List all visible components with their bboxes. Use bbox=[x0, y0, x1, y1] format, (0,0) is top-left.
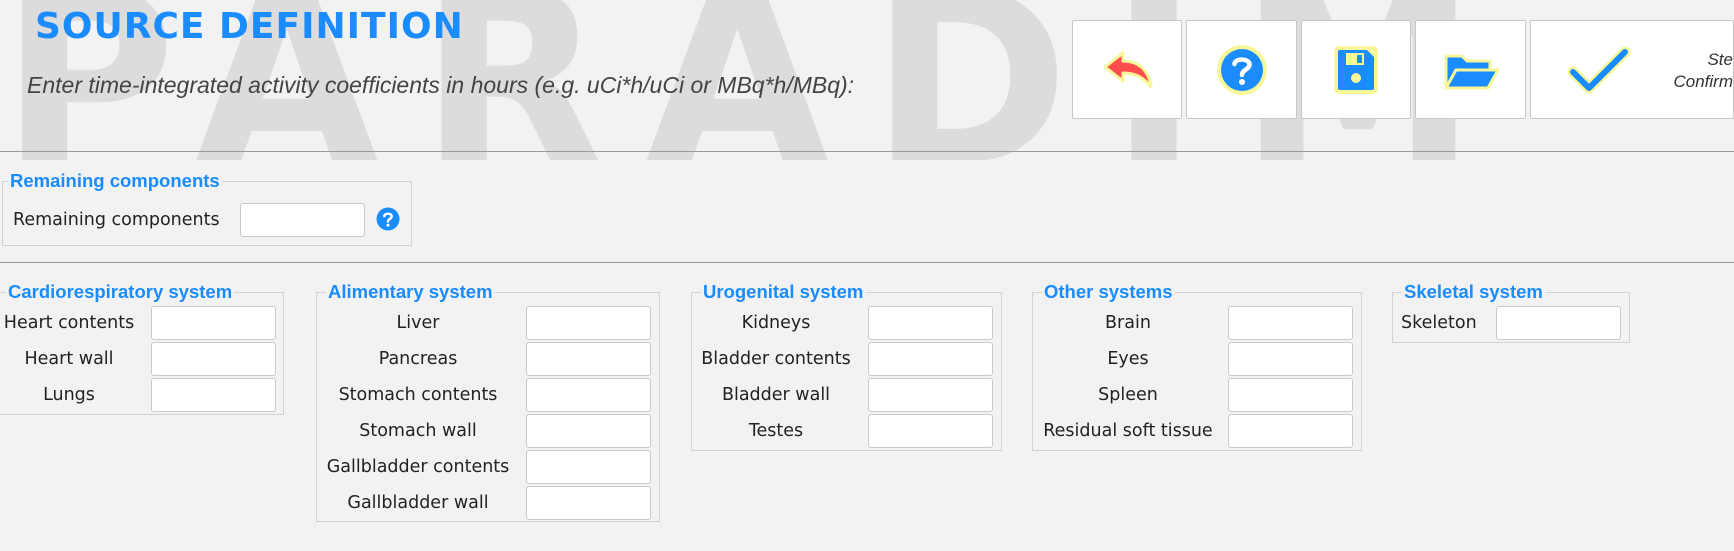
open-button[interactable] bbox=[1415, 20, 1526, 119]
field-label: Kidneys bbox=[741, 313, 811, 333]
page-title: SOURCE DEFINITION bbox=[35, 6, 464, 47]
header-divider bbox=[0, 151, 1734, 152]
field-row: Eyes bbox=[1033, 341, 1363, 377]
help-icon bbox=[1216, 44, 1267, 95]
field-row: Stomach contents bbox=[317, 377, 661, 413]
bladder-wall-input[interactable] bbox=[868, 378, 993, 412]
lungs-input[interactable] bbox=[151, 378, 276, 412]
confirm-label: Ste Confirm bbox=[1673, 49, 1733, 93]
group-legend: Other systems bbox=[1042, 281, 1175, 302]
field-row: Gallbladder contents bbox=[317, 449, 661, 485]
gallbladder-wall-input[interactable] bbox=[526, 486, 651, 520]
skeletal-group: Skeletal system Skeleton bbox=[1392, 282, 1631, 343]
field-label: Liver bbox=[396, 313, 440, 333]
field-row: Gallbladder wall bbox=[317, 485, 661, 521]
field-label: Gallbladder contents bbox=[326, 457, 510, 477]
group-legend: Cardiorespiratory system bbox=[6, 281, 235, 302]
field-row: Brain bbox=[1033, 305, 1363, 341]
undo-button[interactable] bbox=[1072, 20, 1182, 119]
save-icon bbox=[1334, 45, 1378, 94]
confirm-button[interactable]: Ste Confirm bbox=[1530, 20, 1734, 119]
header: SOURCE DEFINITION Enter time-integrated … bbox=[0, 0, 1734, 151]
other-systems-group: Other systems Brain Eyes Spleen Residual… bbox=[1032, 282, 1363, 451]
check-icon bbox=[1567, 46, 1631, 93]
field-label: Pancreas bbox=[378, 349, 458, 369]
gallbladder-contents-input[interactable] bbox=[526, 450, 651, 484]
field-label: Skeleton bbox=[1401, 313, 1477, 333]
field-label: Brain bbox=[1105, 313, 1151, 333]
field-row: Pancreas bbox=[317, 341, 661, 377]
field-row: Liver bbox=[317, 305, 661, 341]
group-legend: Urogenital system bbox=[701, 281, 866, 302]
field-row: Heart contents bbox=[0, 305, 285, 341]
field-label: Lungs bbox=[43, 385, 95, 405]
group-legend: Alimentary system bbox=[326, 281, 495, 302]
field-label: Gallbladder wall bbox=[347, 493, 489, 513]
section-divider bbox=[0, 262, 1734, 263]
spleen-input[interactable] bbox=[1228, 378, 1353, 412]
confirm-label-line2: Confirm bbox=[1673, 72, 1733, 91]
alimentary-group: Alimentary system Liver Pancreas Stomach… bbox=[316, 282, 661, 522]
field-label: Stomach wall bbox=[359, 421, 477, 441]
remaining-components-input[interactable] bbox=[240, 203, 365, 237]
remaining-components-help[interactable] bbox=[376, 207, 400, 231]
bladder-contents-input[interactable] bbox=[868, 342, 993, 376]
field-row: Kidneys bbox=[692, 305, 1003, 341]
field-row: Residual soft tissue bbox=[1033, 413, 1363, 449]
field-label: Testes bbox=[748, 421, 804, 441]
group-legend: Skeletal system bbox=[1402, 281, 1545, 302]
testes-input[interactable] bbox=[868, 414, 993, 448]
field-row: Spleen bbox=[1033, 377, 1363, 413]
field-label: Bladder wall bbox=[721, 385, 831, 405]
remaining-components-group: Remaining components Remaining component… bbox=[2, 171, 413, 246]
help-icon bbox=[376, 207, 400, 231]
field-row: Stomach wall bbox=[317, 413, 661, 449]
heart-contents-input[interactable] bbox=[151, 306, 276, 340]
page-subtitle: Enter time-integrated activity coefficie… bbox=[27, 72, 855, 98]
save-button[interactable] bbox=[1301, 20, 1411, 119]
liver-input[interactable] bbox=[526, 306, 651, 340]
field-label: Remaining components bbox=[13, 210, 220, 230]
field-row: Remaining components bbox=[3, 202, 413, 238]
help-button[interactable] bbox=[1186, 20, 1297, 119]
field-row: Bladder wall bbox=[692, 377, 1003, 413]
kidneys-input[interactable] bbox=[868, 306, 993, 340]
stomach-contents-input[interactable] bbox=[526, 378, 651, 412]
field-label: Heart wall bbox=[24, 349, 114, 369]
field-row: Testes bbox=[692, 413, 1003, 449]
pancreas-input[interactable] bbox=[526, 342, 651, 376]
field-label: Spleen bbox=[1098, 385, 1158, 405]
field-row: Heart wall bbox=[0, 341, 285, 377]
field-label: Bladder contents bbox=[701, 349, 851, 369]
field-row: Skeleton bbox=[1393, 305, 1631, 341]
cardiorespiratory-group: Cardiorespiratory system Heart contents … bbox=[0, 282, 285, 415]
stomach-wall-input[interactable] bbox=[526, 414, 651, 448]
undo-arrow-icon bbox=[1103, 51, 1153, 88]
field-label: Heart contents bbox=[3, 313, 135, 333]
group-legend: Remaining components bbox=[8, 170, 222, 191]
field-label: Eyes bbox=[1107, 349, 1149, 369]
urogenital-group: Urogenital system Kidneys Bladder conten… bbox=[691, 282, 1003, 451]
folder-open-icon bbox=[1444, 54, 1499, 89]
field-label: Stomach contents bbox=[338, 385, 498, 405]
confirm-label-line1: Ste bbox=[1707, 50, 1733, 69]
heart-wall-input[interactable] bbox=[151, 342, 276, 376]
residual-soft-tissue-input[interactable] bbox=[1228, 414, 1353, 448]
brain-input[interactable] bbox=[1228, 306, 1353, 340]
skeleton-input[interactable] bbox=[1496, 306, 1621, 340]
field-label: Residual soft tissue bbox=[1043, 421, 1213, 441]
field-row: Bladder contents bbox=[692, 341, 1003, 377]
field-row: Lungs bbox=[0, 377, 285, 413]
eyes-input[interactable] bbox=[1228, 342, 1353, 376]
